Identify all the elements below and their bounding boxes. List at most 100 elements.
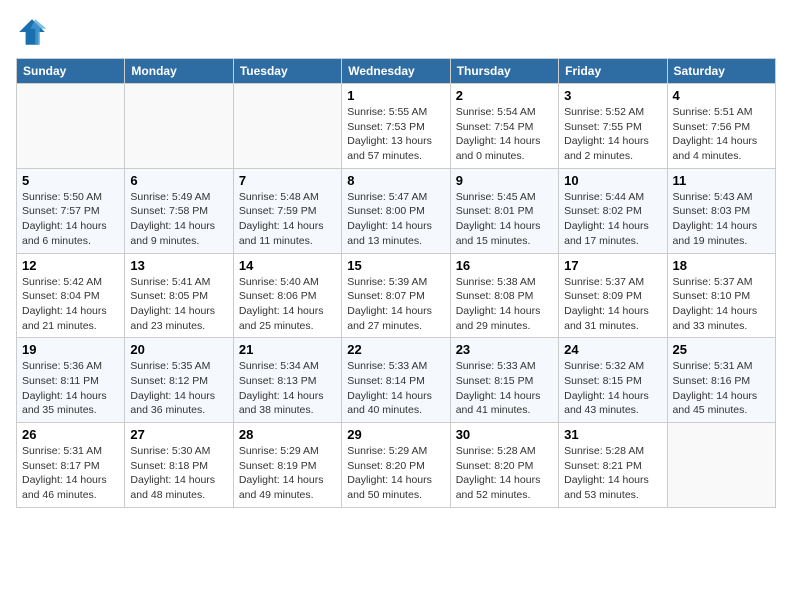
calendar-cell: 13 Sunrise: 5:41 AM Sunset: 8:05 PM Dayli… <box>125 253 233 338</box>
weekday-header: Thursday <box>450 59 558 84</box>
calendar-cell: 30 Sunrise: 5:28 AM Sunset: 8:20 PM Dayli… <box>450 423 558 508</box>
day-number: 19 <box>22 342 119 357</box>
calendar-cell: 31 Sunrise: 5:28 AM Sunset: 8:21 PM Dayli… <box>559 423 667 508</box>
day-info: Sunrise: 5:37 AM Sunset: 8:10 PM Dayligh… <box>673 275 770 334</box>
day-info: Sunrise: 5:31 AM Sunset: 8:16 PM Dayligh… <box>673 359 770 418</box>
day-info: Sunrise: 5:29 AM Sunset: 8:20 PM Dayligh… <box>347 444 444 503</box>
day-info: Sunrise: 5:36 AM Sunset: 8:11 PM Dayligh… <box>22 359 119 418</box>
calendar-cell <box>667 423 775 508</box>
day-info: Sunrise: 5:33 AM Sunset: 8:14 PM Dayligh… <box>347 359 444 418</box>
day-number: 1 <box>347 88 444 103</box>
day-info: Sunrise: 5:37 AM Sunset: 8:09 PM Dayligh… <box>564 275 661 334</box>
day-number: 15 <box>347 258 444 273</box>
calendar-cell: 2Sunrise: 5:54 AM Sunset: 7:54 PM Daylig… <box>450 84 558 169</box>
weekday-header: Wednesday <box>342 59 450 84</box>
calendar-cell: 11Sunrise: 5:43 AM Sunset: 8:03 PM Dayli… <box>667 168 775 253</box>
day-number: 10 <box>564 173 661 188</box>
day-info: Sunrise: 5:38 AM Sunset: 8:08 PM Dayligh… <box>456 275 553 334</box>
calendar-cell: 27Sunrise: 5:30 AM Sunset: 8:18 PM Dayli… <box>125 423 233 508</box>
calendar-cell: 28 Sunrise: 5:29 AM Sunset: 8:19 PM Dayli… <box>233 423 341 508</box>
calendar-cell: 7 Sunrise: 5:48 AM Sunset: 7:59 PM Daylig… <box>233 168 341 253</box>
day-number: 14 <box>239 258 336 273</box>
calendar-cell <box>17 84 125 169</box>
day-info: Sunrise: 5:34 AM Sunset: 8:13 PM Dayligh… <box>239 359 336 418</box>
calendar-cell: 12Sunrise: 5:42 AM Sunset: 8:04 PM Dayli… <box>17 253 125 338</box>
calendar-cell: 10 Sunrise: 5:44 AM Sunset: 8:02 PM Dayli… <box>559 168 667 253</box>
day-number: 7 <box>239 173 336 188</box>
weekday-header: Monday <box>125 59 233 84</box>
calendar-cell: 20Sunrise: 5:35 AM Sunset: 8:12 PM Dayli… <box>125 338 233 423</box>
day-number: 28 <box>239 427 336 442</box>
calendar-cell: 5 Sunrise: 5:50 AM Sunset: 7:57 PM Daylig… <box>17 168 125 253</box>
day-info: Sunrise: 5:47 AM Sunset: 8:00 PM Dayligh… <box>347 190 444 249</box>
calendar-cell: 17Sunrise: 5:37 AM Sunset: 8:09 PM Dayli… <box>559 253 667 338</box>
logo <box>16 16 54 48</box>
day-number: 24 <box>564 342 661 357</box>
day-info: Sunrise: 5:28 AM Sunset: 8:20 PM Dayligh… <box>456 444 553 503</box>
day-info: Sunrise: 5:48 AM Sunset: 7:59 PM Dayligh… <box>239 190 336 249</box>
calendar-table: SundayMondayTuesdayWednesdayThursdayFrid… <box>16 58 776 508</box>
day-info: Sunrise: 5:29 AM Sunset: 8:19 PM Dayligh… <box>239 444 336 503</box>
day-number: 26 <box>22 427 119 442</box>
calendar-week-row: 19 Sunrise: 5:36 AM Sunset: 8:11 PM Dayli… <box>17 338 776 423</box>
calendar-cell: 26 Sunrise: 5:31 AM Sunset: 8:17 PM Dayli… <box>17 423 125 508</box>
weekday-header: Saturday <box>667 59 775 84</box>
day-number: 6 <box>130 173 227 188</box>
day-number: 5 <box>22 173 119 188</box>
calendar-cell: 25 Sunrise: 5:31 AM Sunset: 8:16 PM Dayli… <box>667 338 775 423</box>
calendar-week-row: 1 Sunrise: 5:55 AM Sunset: 7:53 PM Daylig… <box>17 84 776 169</box>
calendar-cell: 21 Sunrise: 5:34 AM Sunset: 8:13 PM Dayli… <box>233 338 341 423</box>
day-number: 22 <box>347 342 444 357</box>
day-number: 29 <box>347 427 444 442</box>
weekday-header: Tuesday <box>233 59 341 84</box>
day-number: 16 <box>456 258 553 273</box>
calendar-cell: 1 Sunrise: 5:55 AM Sunset: 7:53 PM Daylig… <box>342 84 450 169</box>
calendar-cell: 16 Sunrise: 5:38 AM Sunset: 8:08 PM Dayli… <box>450 253 558 338</box>
weekday-header: Sunday <box>17 59 125 84</box>
calendar-cell: 9Sunrise: 5:45 AM Sunset: 8:01 PM Daylig… <box>450 168 558 253</box>
calendar-cell: 29 Sunrise: 5:29 AM Sunset: 8:20 PM Dayli… <box>342 423 450 508</box>
day-info: Sunrise: 5:40 AM Sunset: 8:06 PM Dayligh… <box>239 275 336 334</box>
day-number: 25 <box>673 342 770 357</box>
calendar-cell <box>125 84 233 169</box>
day-number: 9 <box>456 173 553 188</box>
calendar-cell: 19 Sunrise: 5:36 AM Sunset: 8:11 PM Dayli… <box>17 338 125 423</box>
calendar-cell: 15 Sunrise: 5:39 AM Sunset: 8:07 PM Dayli… <box>342 253 450 338</box>
calendar-cell: 3Sunrise: 5:52 AM Sunset: 7:55 PM Daylig… <box>559 84 667 169</box>
day-number: 31 <box>564 427 661 442</box>
day-info: Sunrise: 5:50 AM Sunset: 7:57 PM Dayligh… <box>22 190 119 249</box>
day-info: Sunrise: 5:31 AM Sunset: 8:17 PM Dayligh… <box>22 444 119 503</box>
day-number: 4 <box>673 88 770 103</box>
calendar-cell: 14 Sunrise: 5:40 AM Sunset: 8:06 PM Dayli… <box>233 253 341 338</box>
calendar-week-row: 26 Sunrise: 5:31 AM Sunset: 8:17 PM Dayli… <box>17 423 776 508</box>
day-info: Sunrise: 5:44 AM Sunset: 8:02 PM Dayligh… <box>564 190 661 249</box>
day-number: 21 <box>239 342 336 357</box>
weekday-header: Friday <box>559 59 667 84</box>
calendar-cell: 23Sunrise: 5:33 AM Sunset: 8:15 PM Dayli… <box>450 338 558 423</box>
calendar-week-row: 5 Sunrise: 5:50 AM Sunset: 7:57 PM Daylig… <box>17 168 776 253</box>
day-info: Sunrise: 5:33 AM Sunset: 8:15 PM Dayligh… <box>456 359 553 418</box>
day-info: Sunrise: 5:42 AM Sunset: 8:04 PM Dayligh… <box>22 275 119 334</box>
day-info: Sunrise: 5:51 AM Sunset: 7:56 PM Dayligh… <box>673 105 770 164</box>
day-number: 8 <box>347 173 444 188</box>
day-number: 2 <box>456 88 553 103</box>
day-number: 13 <box>130 258 227 273</box>
calendar-cell: 6Sunrise: 5:49 AM Sunset: 7:58 PM Daylig… <box>125 168 233 253</box>
weekday-header-row: SundayMondayTuesdayWednesdayThursdayFrid… <box>17 59 776 84</box>
calendar-cell: 22 Sunrise: 5:33 AM Sunset: 8:14 PM Dayli… <box>342 338 450 423</box>
day-info: Sunrise: 5:28 AM Sunset: 8:21 PM Dayligh… <box>564 444 661 503</box>
day-info: Sunrise: 5:32 AM Sunset: 8:15 PM Dayligh… <box>564 359 661 418</box>
logo-icon <box>16 16 48 48</box>
day-info: Sunrise: 5:35 AM Sunset: 8:12 PM Dayligh… <box>130 359 227 418</box>
day-info: Sunrise: 5:52 AM Sunset: 7:55 PM Dayligh… <box>564 105 661 164</box>
day-info: Sunrise: 5:55 AM Sunset: 7:53 PM Dayligh… <box>347 105 444 164</box>
calendar-cell: 24 Sunrise: 5:32 AM Sunset: 8:15 PM Dayli… <box>559 338 667 423</box>
day-number: 30 <box>456 427 553 442</box>
day-info: Sunrise: 5:30 AM Sunset: 8:18 PM Dayligh… <box>130 444 227 503</box>
calendar-cell: 8 Sunrise: 5:47 AM Sunset: 8:00 PM Daylig… <box>342 168 450 253</box>
page-header <box>16 16 776 48</box>
calendar-cell: 4 Sunrise: 5:51 AM Sunset: 7:56 PM Daylig… <box>667 84 775 169</box>
day-info: Sunrise: 5:41 AM Sunset: 8:05 PM Dayligh… <box>130 275 227 334</box>
day-info: Sunrise: 5:39 AM Sunset: 8:07 PM Dayligh… <box>347 275 444 334</box>
day-info: Sunrise: 5:43 AM Sunset: 8:03 PM Dayligh… <box>673 190 770 249</box>
